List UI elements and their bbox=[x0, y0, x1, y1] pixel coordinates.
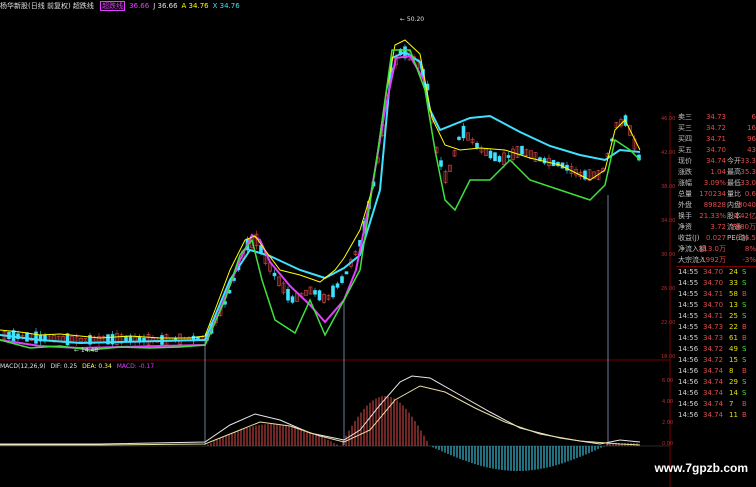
macd-value: MACD: -0.17 bbox=[116, 363, 155, 370]
quote-rows: 卖三 34.73 6 买三 34.72 16 买四 34.71 96 买五 34.70 43 现价 34.… bbox=[676, 112, 756, 266]
trade-row: 14:56 34.72 49 S bbox=[678, 345, 747, 353]
ma-item-2: J 36.66 bbox=[153, 2, 178, 10]
macd-tick: 2.00 bbox=[662, 420, 673, 426]
candle-body bbox=[65, 333, 70, 346]
candle-body bbox=[34, 331, 38, 344]
quote-row: 净资 3.72 流通 7980万 bbox=[678, 223, 756, 231]
macd-bars-group bbox=[207, 396, 638, 471]
quote-row: 外盘 89828 内盘 8040 bbox=[678, 201, 756, 209]
trade-row: 14:56 34.74 7 B bbox=[678, 400, 747, 408]
quote-row: 总量 170234 量比 0.6 bbox=[678, 190, 756, 198]
price-tick: 30.00 bbox=[661, 252, 675, 258]
candle-body bbox=[317, 290, 322, 301]
trade-row: 14:56 34.74 11 B bbox=[678, 411, 747, 419]
trade-row: 14:55 34.73 61 B bbox=[678, 334, 747, 342]
candle-body bbox=[457, 136, 461, 140]
trade-rows: 14:55 34.70 24 S 14:55 34.70 33 S 14:55 34.71 58 B 1… bbox=[676, 267, 756, 421]
quote-row: 涨跌 1.04 最高 35.3 bbox=[678, 168, 756, 176]
candle-body bbox=[506, 155, 511, 158]
candle-body bbox=[25, 332, 29, 342]
trade-row: 14:56 34.72 15 S bbox=[678, 356, 747, 364]
ma-indicator-values: 超跌线 36.66 J 36.66 A 34.76 X 34.76 bbox=[100, 1, 244, 11]
candle-body bbox=[335, 283, 340, 288]
candle-body bbox=[493, 152, 497, 162]
peak-price-label: ← 50.20 bbox=[400, 16, 424, 23]
trade-row: 14:55 34.70 13 S bbox=[678, 301, 747, 309]
candle-body bbox=[520, 145, 524, 155]
macd-tick: 0.00 bbox=[662, 441, 673, 447]
watermark-text: www.7gpzb.com bbox=[654, 461, 748, 475]
macd-dif: DIF: 0.25 bbox=[50, 363, 78, 370]
candle-body bbox=[340, 276, 344, 283]
quote-row: 换手 21.33% 股本 4.42亿 bbox=[678, 212, 756, 220]
quote-row: 收益(J) 0.027 PE(动) 956.5 bbox=[678, 234, 756, 242]
price-axis: 46.00 42.00 38.00 34.00 30.00 26.00 22.00 18.00 bbox=[661, 116, 675, 360]
price-tick: 34.00 bbox=[661, 218, 675, 224]
candle-body bbox=[286, 289, 290, 301]
macd-dea: DEA: 0.34 bbox=[82, 363, 112, 370]
candle-body bbox=[290, 296, 295, 303]
ma-magenta-line bbox=[0, 54, 426, 350]
quote-row: 净流入额 113.0万 8% bbox=[678, 245, 756, 253]
trade-row: 14:55 34.71 25 S bbox=[678, 312, 747, 320]
price-tick: 38.00 bbox=[661, 184, 675, 190]
candle-body bbox=[488, 150, 493, 159]
candle-body bbox=[313, 290, 317, 295]
macd-axis: 6.00 4.00 2.00 0.00 bbox=[662, 378, 673, 447]
candle-body bbox=[497, 156, 502, 162]
ma-item-0: 超跌线 bbox=[100, 1, 126, 11]
quote-row: 大宗流入 -1992万 -3% bbox=[678, 256, 756, 264]
macd-dif-line bbox=[0, 375, 641, 445]
candle-body bbox=[331, 285, 335, 298]
price-tick: 46.00 bbox=[661, 116, 675, 122]
quote-row: 买三 34.72 16 bbox=[678, 124, 756, 132]
candle-body bbox=[461, 125, 466, 139]
quote-row: 卖三 34.73 6 bbox=[678, 113, 756, 121]
price-tick: 26.00 bbox=[661, 286, 675, 292]
ma-item-4: X 34.76 bbox=[212, 2, 240, 10]
trade-row: 14:55 34.71 58 B bbox=[678, 290, 747, 298]
trade-row: 14:55 34.73 22 B bbox=[678, 323, 747, 331]
macd-tick: 6.00 bbox=[662, 378, 673, 384]
macd-dea-line bbox=[0, 385, 641, 446]
trade-row: 14:55 34.70 24 S bbox=[678, 268, 747, 276]
quote-panel: 卖三 34.73 6 买三 34.72 16 买四 34.71 96 买五 34.70 43 现价 34.… bbox=[676, 112, 756, 487]
ma-item-3: A 34.76 bbox=[181, 2, 209, 10]
macd-tick: 4.00 bbox=[662, 399, 673, 405]
quote-row: 买四 34.71 96 bbox=[678, 135, 756, 143]
price-tick: 22.00 bbox=[661, 320, 675, 326]
trade-row: 14:56 34.74 8 B bbox=[678, 367, 747, 375]
chart-title: 杨华新股(日线 前复权) 超跌线 bbox=[0, 2, 94, 10]
kline-chart[interactable]: 46.00 42.00 38.00 34.00 30.00 26.00 22.00 18.00… bbox=[0, 0, 756, 487]
chart-header: 杨华新股(日线 前复权) 超跌线 超跌线 36.66 J 36.66 A 34.76 X… bbox=[0, 0, 248, 12]
macd-header: MACD(12,26,9) DIF: 0.25 DEA: 0.34 MACD: … bbox=[0, 362, 157, 372]
candle-body bbox=[344, 271, 349, 275]
candle-body bbox=[475, 142, 479, 149]
price-tick: 42.00 bbox=[661, 150, 675, 156]
trade-row: 14:56 34.74 29 S bbox=[678, 378, 747, 386]
quote-row: 买五 34.70 43 bbox=[678, 146, 756, 154]
candle-body bbox=[439, 160, 443, 167]
quote-row: 涨幅 3.09% 最低 33.0 bbox=[678, 179, 756, 187]
trade-row: 14:56 34.74 14 S bbox=[678, 389, 747, 397]
top-right-occlusion bbox=[425, 0, 756, 112]
macd-title: MACD(12,26,9) bbox=[0, 363, 46, 370]
quote-row: 现价 34.74 今开 33.3 bbox=[678, 157, 756, 165]
ma-item-1: 36.66 bbox=[129, 2, 150, 10]
candle-body bbox=[272, 272, 277, 277]
trade-row: 14:55 34.70 33 S bbox=[678, 279, 747, 287]
low-price-label: ← 14.48 bbox=[74, 347, 98, 354]
price-tick: 18.00 bbox=[661, 354, 675, 360]
